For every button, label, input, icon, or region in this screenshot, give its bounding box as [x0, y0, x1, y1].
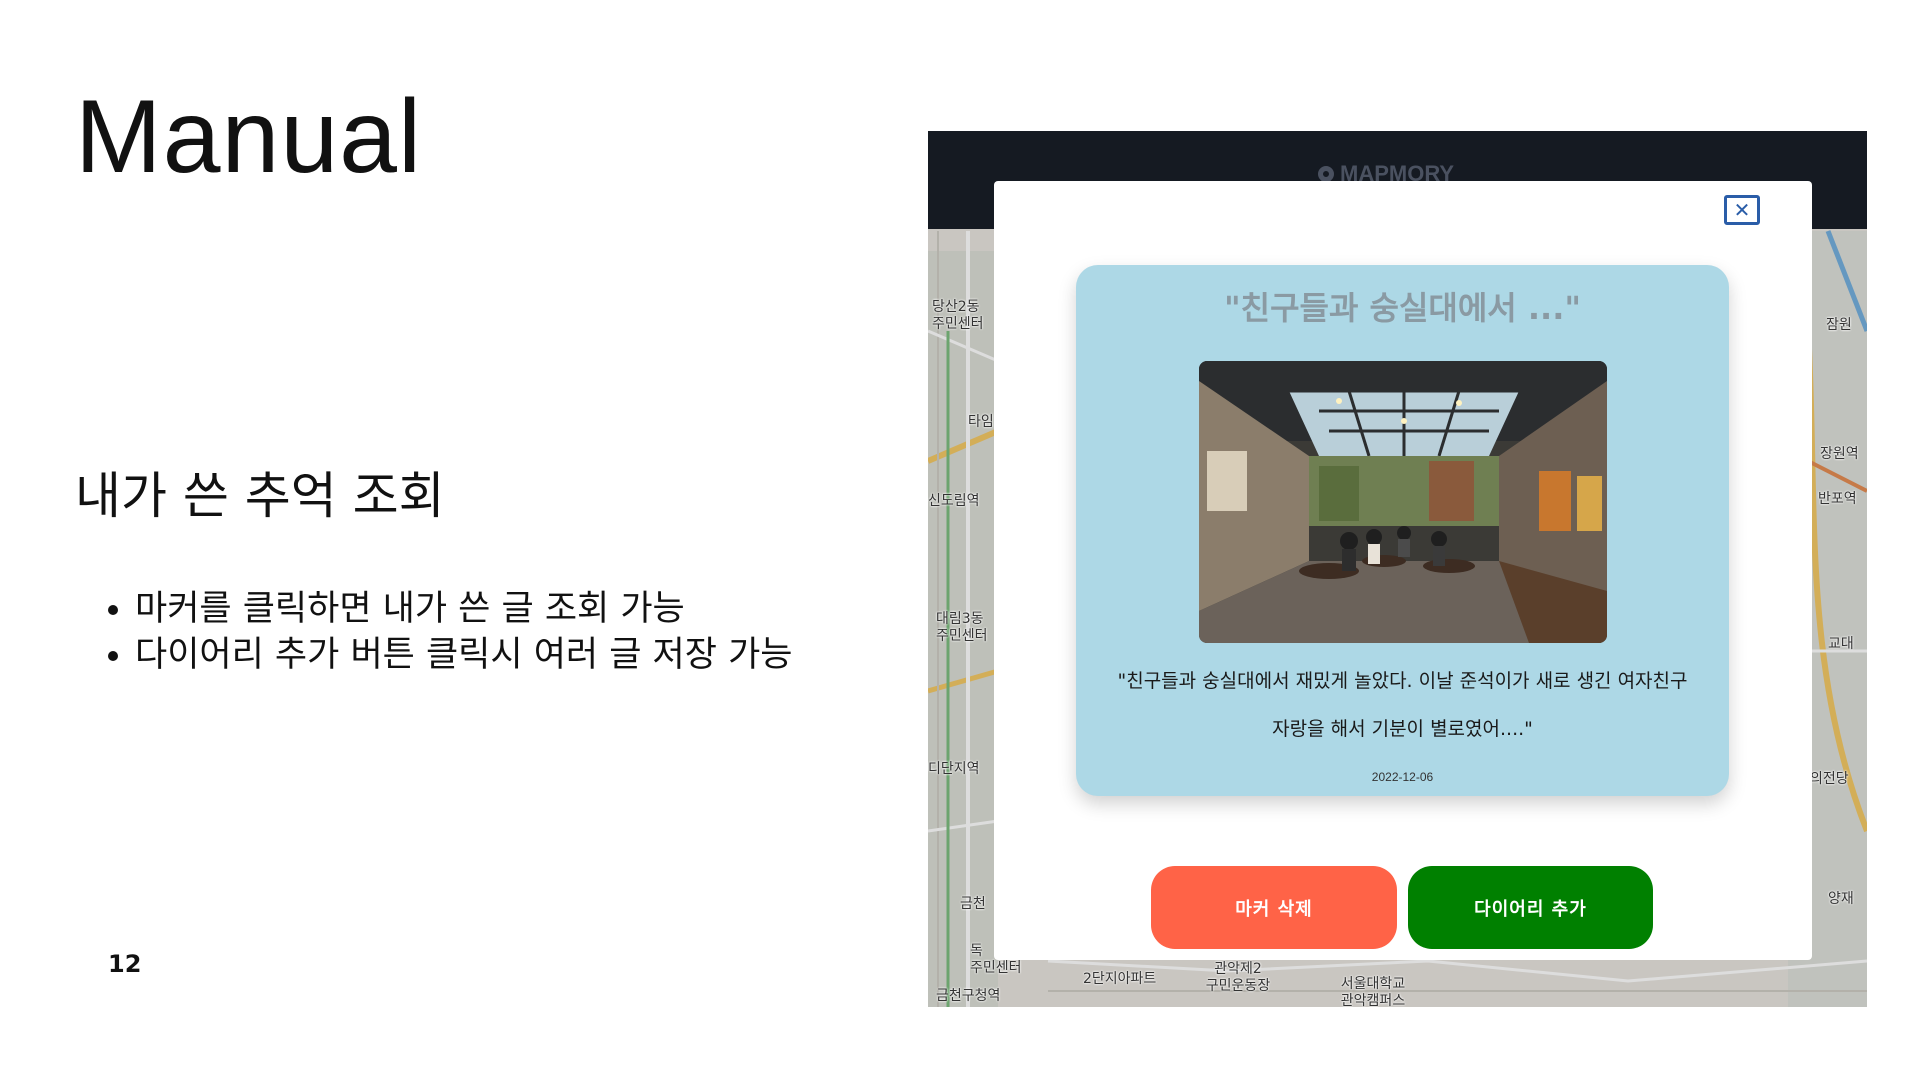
bullet-list: 마커를 클릭하면 내가 쓴 글 조회 가능 다이어리 추가 버튼 클릭시 여러 …	[105, 586, 792, 678]
app-screenshot: 당산2동 주민센터 타임 신도림역 대림3동 주민센터 디단지역 금천 독 주민센터 …	[928, 131, 1867, 1007]
map-label: 당산2동 주민센터	[932, 299, 984, 332]
map-label: 신도림역	[928, 493, 980, 509]
map-label: 타임	[968, 414, 994, 430]
map-label: 금천구청역	[936, 988, 1001, 1004]
map-label: 관악제2 구민운동장	[1205, 961, 1271, 994]
section-heading: 내가 쓴 추억 조회	[75, 467, 445, 525]
close-icon: ✕	[1733, 198, 1751, 222]
add-diary-button[interactable]: 다이어리 추가	[1408, 866, 1653, 949]
slide-title: Manual	[75, 79, 423, 195]
map-label: 양재	[1828, 891, 1854, 907]
diary-title: "친구들과 숭실대에서 ..."	[1223, 289, 1582, 327]
diary-modal: ✕ "친구들과 숭실대에서 ..." "친구들과 숭실대에서 재밌게 놀았다. …	[994, 181, 1812, 960]
diary-photo	[1199, 361, 1607, 643]
map-label: 디단지역	[928, 761, 980, 777]
close-button[interactable]: ✕	[1724, 195, 1760, 225]
diary-date: 2022-12-06	[1371, 770, 1434, 784]
map-label: 2단지아파트	[1083, 971, 1157, 987]
map-label: 서울대학교 관악캠퍼스	[1340, 976, 1406, 1007]
slide: Manual 내가 쓴 추억 조회 마커를 클릭하면 내가 쓴 글 조회 가능 …	[0, 0, 1920, 1080]
bullet-item: 마커를 클릭하면 내가 쓴 글 조회 가능	[135, 586, 792, 632]
map-label: 장원역	[1820, 446, 1859, 462]
page-number: 12	[108, 950, 142, 978]
map-label: 의전당	[1810, 771, 1849, 787]
bullet-item: 다이어리 추가 버튼 클릭시 여러 글 저장 가능	[135, 632, 792, 678]
map-label: 대림3동 주민센터	[936, 611, 988, 644]
delete-marker-button[interactable]: 마커 삭제	[1151, 866, 1397, 949]
map-label: 금천	[960, 896, 986, 912]
diary-body: "친구들과 숭실대에서 재밌게 놀았다. 이날 준석이가 새로 생긴 여자친구 …	[1117, 670, 1688, 740]
map-label: 잠원	[1826, 317, 1852, 333]
map-label: 교대	[1828, 636, 1854, 652]
map-label: 반포역	[1818, 491, 1857, 507]
diary-card: "친구들과 숭실대에서 ..." "친구들과 숭실대에서 재밌게 놀았다. 이날…	[1076, 265, 1729, 796]
